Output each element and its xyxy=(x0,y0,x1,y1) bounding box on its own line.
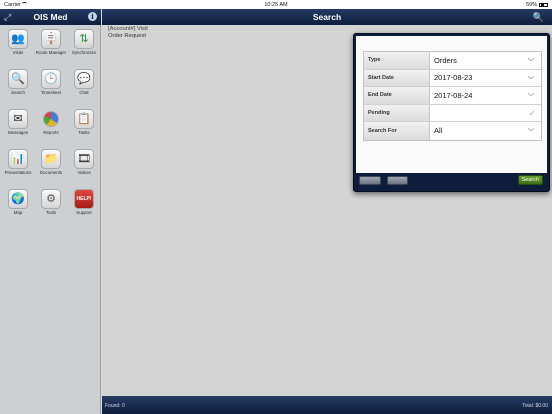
app-title: OIS Med xyxy=(33,12,68,22)
pending-field[interactable]: Pending ✓ xyxy=(364,104,541,122)
checkmark-icon: ✓ xyxy=(528,107,536,118)
search-for-value: All xyxy=(434,126,443,136)
menu-item-label: Presentations xyxy=(4,170,32,175)
gear-icon: ⚙ xyxy=(41,189,61,209)
search-button[interactable]: Search xyxy=(517,175,543,185)
sidebar: ⤢ OIS Med i 👥 Visits 🪧 Route Manager ⇅ S… xyxy=(0,9,101,414)
end-date-value: 2017-08-24 xyxy=(434,90,473,100)
battery-icon xyxy=(539,2,548,7)
menu-item-label: Tools xyxy=(45,210,57,215)
help-icon: HELP! xyxy=(74,189,94,209)
menu-item-documents[interactable]: 📁 Documents xyxy=(35,149,67,185)
easel-icon: 📊 xyxy=(8,149,28,169)
field-label: Type xyxy=(364,52,430,69)
envelope-icon: ✉ xyxy=(8,109,28,129)
list-item[interactable]: [Account#] Visit Order Request xyxy=(108,26,148,39)
menu-item-tasks[interactable]: 📋 Tasks xyxy=(68,109,100,145)
battery-percent: 59% xyxy=(525,1,537,8)
search-form: Type Orders Start Date 2017-08-23 End Da… xyxy=(363,51,542,141)
chevron-down-icon xyxy=(528,75,534,79)
start-date-field[interactable]: Start Date 2017-08-23 xyxy=(364,69,541,87)
field-value: ✓ xyxy=(430,105,541,122)
menu-item-chat[interactable]: 💬 Chat xyxy=(68,69,100,105)
menu-item-label: Visits xyxy=(12,50,24,55)
menu-item-label: Videos xyxy=(77,170,91,175)
found-count: Found: 0 xyxy=(105,403,125,409)
search-popover: Type Orders Start Date 2017-08-23 End Da… xyxy=(353,33,550,192)
menu-item-videos[interactable]: 🎞 Videos xyxy=(68,149,100,185)
type-field[interactable]: Type Orders xyxy=(364,52,541,70)
pie-chart-icon xyxy=(43,111,59,127)
chevron-down-icon xyxy=(528,58,534,61)
menu-item-messages[interactable]: ✉ Messages xyxy=(2,109,34,145)
folder-icon: 📁 xyxy=(41,149,61,169)
chevron-down-icon xyxy=(528,93,534,96)
people-icon: 👥 xyxy=(8,29,28,49)
end-date-field[interactable]: End Date 2017-08-24 xyxy=(364,87,541,105)
chat-icon: 💬 xyxy=(74,69,94,89)
menu-item-support[interactable]: HELP! Support xyxy=(68,189,100,225)
popover-body: Type Orders Start Date 2017-08-23 End Da… xyxy=(356,36,547,173)
menu-item-visits[interactable]: 👥 Visits xyxy=(2,29,34,65)
list-item-title: [Account#] Visit xyxy=(108,26,148,32)
footer-bar: Found: 0 Total: $0.00 xyxy=(102,396,552,414)
menu-item-label: Documents xyxy=(39,170,63,175)
menu-item-label: Map xyxy=(13,210,23,215)
checklist-icon: 📋 xyxy=(74,109,94,129)
search-for-field[interactable]: Search For All xyxy=(364,122,541,140)
sync-icon: ⇅ xyxy=(74,29,94,49)
menu-item-search[interactable]: 🔍 Search xyxy=(2,69,34,105)
field-value: All xyxy=(430,122,541,140)
field-value: 2017-08-23 xyxy=(430,70,541,87)
field-label: Start Date xyxy=(364,69,430,86)
globe-icon: 🌍 xyxy=(8,189,28,209)
magnifier-icon: 🔍 xyxy=(8,69,28,89)
list-item-subtitle: Order Request xyxy=(108,32,147,39)
info-icon[interactable]: i xyxy=(88,12,97,21)
menu-item-route-manager[interactable]: 🪧 Route Manager xyxy=(35,29,67,65)
field-value: 2017-08-24 xyxy=(430,87,541,104)
toolbar-button[interactable] xyxy=(359,176,381,185)
menu-item-presentations[interactable]: 📊 Presentations xyxy=(2,149,34,185)
menu-item-map[interactable]: 🌍 Map xyxy=(2,189,34,225)
field-label: Search For xyxy=(364,122,430,140)
menu-item-label: Messages xyxy=(7,130,28,135)
menu-grid: 👥 Visits 🪧 Route Manager ⇅ Synchronize 🔍… xyxy=(2,29,100,225)
menu-item-label: Tasks xyxy=(78,130,90,135)
menu-item-reports[interactable]: Reports xyxy=(35,109,67,145)
menu-item-synchronize[interactable]: ⇅ Synchronize xyxy=(68,29,100,65)
menu-item-label: Timesheet xyxy=(40,90,62,95)
status-bar: Carrier 10:25 AM 59% xyxy=(0,0,552,9)
chevron-down-icon xyxy=(528,128,534,131)
film-icon: 🎞 xyxy=(74,149,94,169)
signpost-icon: 🪧 xyxy=(41,29,61,49)
page-title: Search xyxy=(312,12,342,22)
menu-item-label: Route Manager xyxy=(35,50,67,55)
menu-item-label: Synchronize xyxy=(71,50,97,55)
menu-item-label: Chat xyxy=(79,90,89,95)
clock-label: 10:25 AM xyxy=(264,1,288,8)
search-icon[interactable]: 🔍 xyxy=(533,12,544,23)
main-header: Search 🔍 xyxy=(102,9,552,25)
popover-toolbar: Search xyxy=(356,173,547,189)
menu-item-timesheet[interactable]: 🕒 Timesheet xyxy=(35,69,67,105)
menu-item-label: Search xyxy=(11,90,25,95)
field-label: End Date xyxy=(364,87,430,104)
menu-item-label: Reports xyxy=(43,130,59,135)
total-amount: Total: $0.00 xyxy=(522,403,548,409)
battery-indicator: 59% xyxy=(526,2,548,8)
field-label: Pending xyxy=(364,104,430,121)
toolbar-button[interactable] xyxy=(387,176,408,185)
field-value: Orders xyxy=(430,52,541,69)
clock-icon: 🕒 xyxy=(41,69,61,89)
start-date-value: 2017-08-23 xyxy=(434,73,473,83)
sidebar-header: ⤢ OIS Med i xyxy=(0,9,101,25)
menu-item-tools[interactable]: ⚙ Tools xyxy=(35,189,67,225)
menu-item-label: Support xyxy=(76,210,92,215)
type-value: Orders xyxy=(434,55,457,65)
